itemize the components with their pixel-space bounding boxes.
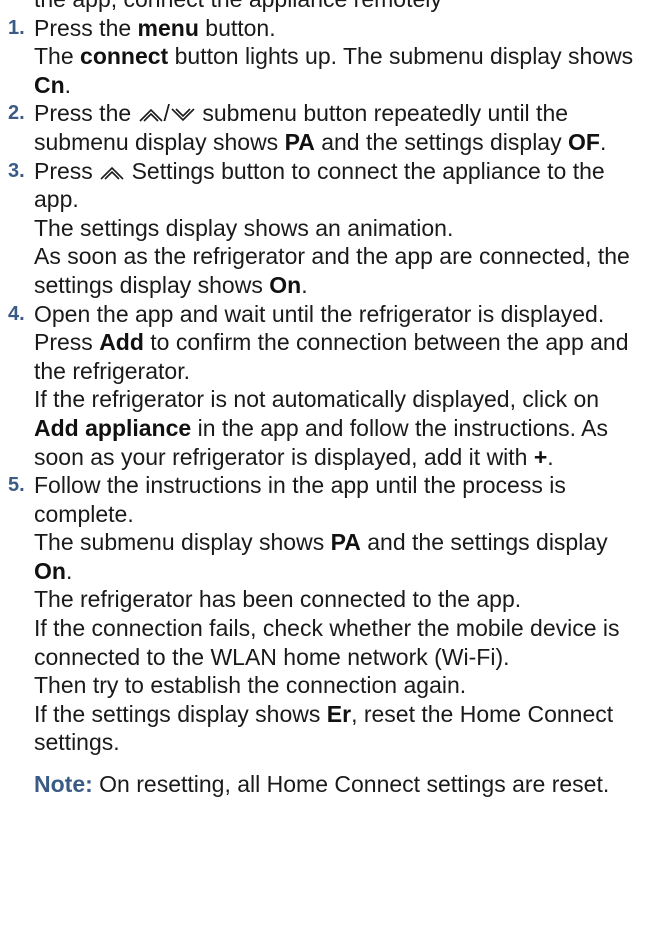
text: and the settings display <box>314 128 568 155</box>
step-4-confirm: Press Add to confirm the connection betw… <box>34 328 642 385</box>
step-1-instruction: Press the menu button. <box>34 14 642 43</box>
display-code-er: Er <box>326 700 352 727</box>
step-4-fallback: If the refrigerator is not automatically… <box>34 385 642 471</box>
text: . <box>301 271 308 298</box>
step-1: 1. Press the menu button. The connect bu… <box>0 14 648 100</box>
step-1-result: The connect button lights up. The submen… <box>34 42 642 99</box>
steps-list: 1. Press the menu button. The connect bu… <box>0 14 648 757</box>
step-4-instruction: Open the app and wait until the refriger… <box>34 300 605 327</box>
text: button lights up. The submenu display sh… <box>168 43 634 70</box>
text: Press the <box>34 14 138 41</box>
text: . <box>65 557 73 584</box>
text: Press the <box>34 100 138 127</box>
text: Press <box>34 157 100 184</box>
step-5-display: The submenu display shows PA and the set… <box>34 528 642 585</box>
text: and the settings display <box>360 529 608 556</box>
step-3-instruction: Press Settings button to connect the app… <box>34 157 642 214</box>
plus-keyword: + <box>533 443 548 470</box>
note-label: Note: <box>34 771 93 798</box>
text: . <box>547 443 554 470</box>
add-appliance-keyword: Add appliance <box>34 414 192 441</box>
step-5-instruction: Follow the instructions in the app until… <box>34 472 566 527</box>
chevron-double-down-icon <box>170 106 196 124</box>
display-code-pa: PA <box>330 529 361 556</box>
display-code-pa: PA <box>284 128 315 155</box>
menu-keyword: menu <box>137 14 199 41</box>
display-code-of: OF <box>568 128 600 155</box>
step-3-animation: The settings display shows an animation. <box>34 214 454 241</box>
text: Press <box>34 329 100 356</box>
intro-text: the app, connect the appliance remotely <box>34 0 648 14</box>
note: Note: On resetting, all Home Connect set… <box>34 770 642 799</box>
step-3-result: As soon as the refrigerator and the app … <box>34 242 642 299</box>
step-number: 1. <box>8 16 25 39</box>
text: If the refrigerator is not automatically… <box>34 386 600 413</box>
text: The submenu display shows <box>34 529 331 556</box>
display-code-cn: Cn <box>34 71 65 98</box>
step-5-failure: If the connection fails, check whether t… <box>34 615 620 670</box>
display-code-on: On <box>34 557 66 584</box>
text: As soon as the refrigerator and the app … <box>34 243 630 298</box>
add-keyword: Add <box>99 329 144 356</box>
step-5-connected: The refrigerator has been connected to t… <box>34 586 522 613</box>
text: button. <box>198 14 276 41</box>
note-text: On resetting, all Home Connect settings … <box>92 771 610 798</box>
step-4: 4. Open the app and wait until the refri… <box>0 300 648 472</box>
step-3: 3. Press Settings button to connect the … <box>0 157 648 300</box>
step-5-error: If the settings display shows Er, reset … <box>34 700 642 757</box>
step-5: 5. Follow the instructions in the app un… <box>0 471 648 757</box>
step-2-instruction: Press the / submenu button repeatedly un… <box>34 99 642 156</box>
text: . <box>599 128 607 155</box>
step-number: 2. <box>8 102 25 125</box>
chevron-double-up-icon <box>138 106 164 124</box>
step-number: 3. <box>8 159 25 182</box>
document-page: the app, connect the appliance remotely … <box>0 0 648 799</box>
display-code-on: On <box>269 271 302 298</box>
text: If the settings display shows <box>34 700 327 727</box>
step-number: 5. <box>8 474 25 497</box>
text: The <box>34 43 81 70</box>
connect-keyword: connect <box>80 43 169 70</box>
step-2: 2. Press the / submenu button repeatedly… <box>0 99 648 156</box>
chevron-double-up-icon <box>99 164 125 182</box>
text: . <box>64 71 72 98</box>
step-number: 4. <box>8 302 25 325</box>
step-5-retry: Then try to establish the connection aga… <box>34 672 467 699</box>
